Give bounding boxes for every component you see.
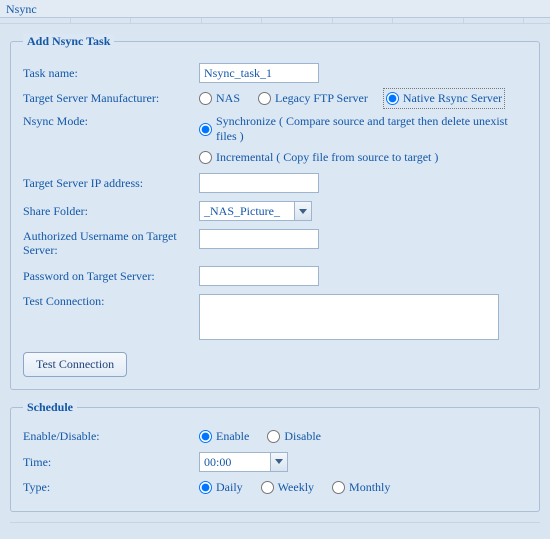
test-connection-output[interactable] [199,294,499,340]
enable-text: Enable [216,429,249,444]
username-input[interactable] [199,229,319,249]
type-monthly-radio[interactable] [332,481,345,494]
type-label: Type: [23,480,193,494]
target-manufacturer-label: Target Server Manufacturer: [23,91,193,105]
window-titlebar: Nsync [0,0,550,18]
manufacturer-nas-label: NAS [216,91,240,106]
task-name-input[interactable] [199,63,319,83]
password-input[interactable] [199,266,319,286]
share-folder-dropdown-button[interactable] [294,202,311,220]
disable-radio[interactable] [267,430,280,443]
manufacturer-legacy-label: Legacy FTP Server [275,91,368,106]
type-daily-label: Daily [216,480,243,495]
chevron-down-icon [299,209,307,214]
panel-legend-schedule: Schedule [23,400,77,415]
target-ip-label: Target Server IP address: [23,176,193,190]
password-label: Password on Target Server: [23,269,193,283]
type-daily-radio[interactable] [199,481,212,494]
panel-legend-task: Add Nsync Task [23,34,114,49]
manufacturer-native-radio[interactable] [386,92,399,105]
share-folder-label: Share Folder: [23,204,193,218]
task-name-label: Task name: [23,66,193,80]
nsync-mode-label: Nsync Mode: [23,114,193,128]
test-connection-label: Test Connection: [23,294,193,308]
mode-incremental-option[interactable]: Incremental ( Copy file from source to t… [199,150,527,165]
mode-incremental-radio[interactable] [199,151,212,164]
manufacturer-nas-radio[interactable] [199,92,212,105]
chevron-down-icon [275,459,283,464]
mode-sync-label: Synchronize ( Compare source and target … [216,114,527,144]
time-value: 00:00 [200,453,270,471]
time-dropdown-button[interactable] [270,453,287,471]
disable-option[interactable]: Disable [267,429,321,444]
manufacturer-legacy-radio[interactable] [258,92,271,105]
share-folder-selected: _NAS_Picture_ [200,202,294,220]
manufacturer-nas-option[interactable]: NAS [199,91,240,106]
enable-radio[interactable] [199,430,212,443]
enable-disable-label: Enable/Disable: [23,429,193,443]
manufacturer-legacy-option[interactable]: Legacy FTP Server [258,91,368,106]
mode-sync-option[interactable]: Synchronize ( Compare source and target … [199,114,527,144]
target-ip-input[interactable] [199,173,319,193]
schedule-panel: Schedule Enable/Disable: Enable Disable … [10,400,540,512]
type-weekly-label: Weekly [278,480,314,495]
mode-incremental-label: Incremental ( Copy file from source to t… [216,150,438,165]
footer-divider [10,522,540,523]
type-daily-option[interactable]: Daily [199,480,243,495]
type-monthly-option[interactable]: Monthly [332,480,390,495]
type-weekly-radio[interactable] [261,481,274,494]
type-monthly-label: Monthly [349,480,390,495]
time-label: Time: [23,455,193,469]
username-label: Authorized Username on Target Server: [23,229,193,258]
footer-area [10,522,540,523]
type-weekly-option[interactable]: Weekly [261,480,314,495]
share-folder-select[interactable]: _NAS_Picture_ [199,201,312,221]
time-select[interactable]: 00:00 [199,452,288,472]
test-connection-button[interactable]: Test Connection [23,352,127,377]
manufacturer-native-option[interactable]: Native Rsync Server [386,91,502,106]
window-title: Nsync [6,2,37,16]
enable-option[interactable]: Enable [199,429,249,444]
disable-text: Disable [284,429,321,444]
add-nsync-task-panel: Add Nsync Task Task name: Target Server … [10,34,540,390]
mode-sync-radio[interactable] [199,123,212,136]
manufacturer-native-label: Native Rsync Server [403,91,502,106]
